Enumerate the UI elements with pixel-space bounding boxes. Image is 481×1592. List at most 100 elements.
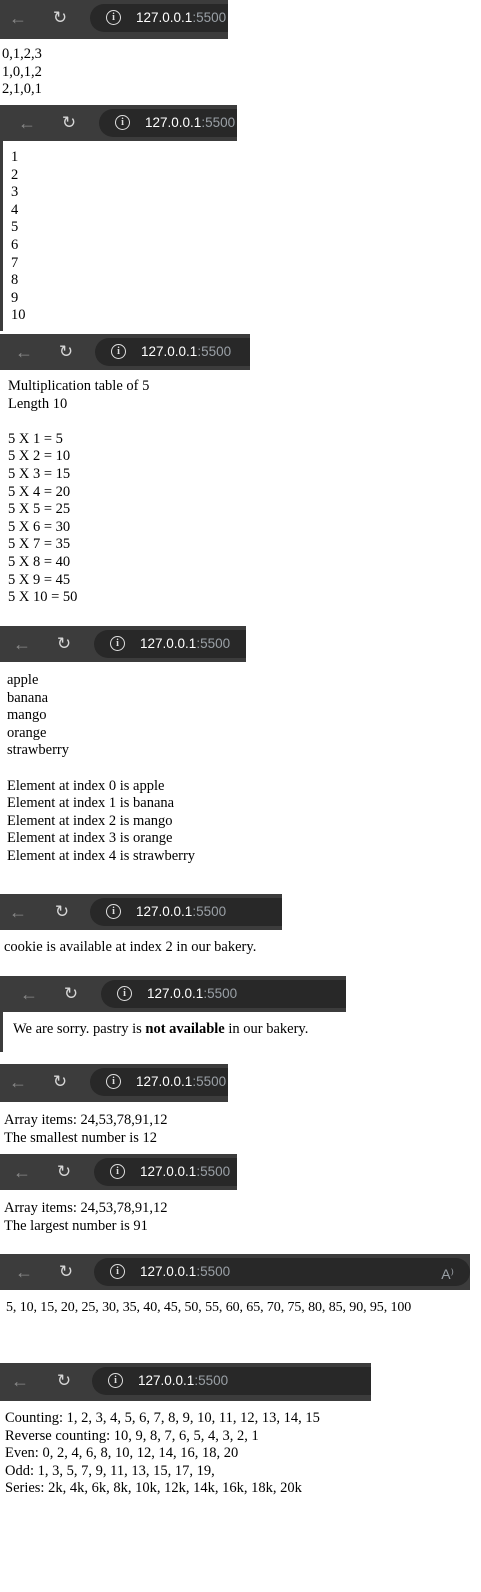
fruit-item: strawberry xyxy=(7,742,70,759)
back-arrow-icon[interactable]: ← xyxy=(8,8,28,28)
number-line: 6 xyxy=(11,236,19,253)
index-line: Element at index 1 is banana xyxy=(7,795,175,812)
not-available-text: not available xyxy=(145,1021,225,1037)
address-bar[interactable]: i 127.0.0.1:5500 xyxy=(92,1367,371,1395)
back-arrow-icon[interactable]: ← xyxy=(17,113,37,133)
table-row: 5 X 10 = 50 xyxy=(8,589,78,606)
number-line: 7 xyxy=(11,254,19,271)
address-bar[interactable]: i 127.0.0.1:5500 xyxy=(101,980,346,1008)
reverse-counting-line: Reverse counting: 10, 9, 8, 7, 6, 5, 4, … xyxy=(5,1427,259,1444)
address-bar[interactable]: i 127.0.0.1:5500 xyxy=(90,4,228,32)
table-heading: Multiplication table of 5 xyxy=(8,378,150,394)
info-icon[interactable]: i xyxy=(106,904,121,919)
url-text: 127.0.0.1:5500 xyxy=(140,636,231,651)
url-text: 127.0.0.1:5500 xyxy=(136,904,227,919)
url-text: 127.0.0.1:5500 xyxy=(140,1264,231,1279)
info-icon[interactable]: i xyxy=(111,344,126,359)
back-arrow-icon[interactable]: ← xyxy=(12,1162,32,1182)
result-text: We are sorry. pastry is not available in… xyxy=(13,1021,309,1037)
info-icon[interactable]: i xyxy=(110,1264,125,1279)
table-row: 5 X 3 = 15 xyxy=(8,465,71,482)
info-icon[interactable]: i xyxy=(110,1164,125,1179)
output-panel-3: ← ↻ i 127.0.0.1:5500 Multiplication tabl… xyxy=(0,334,250,605)
reload-icon[interactable]: ↻ xyxy=(54,1371,74,1391)
fruit-item: banana xyxy=(7,689,49,706)
reload-icon[interactable]: ↻ xyxy=(50,1072,70,1092)
reload-icon[interactable]: ↻ xyxy=(52,902,72,922)
back-arrow-icon[interactable]: ← xyxy=(19,984,39,1004)
back-arrow-icon[interactable]: ← xyxy=(8,902,28,922)
browser-toolbar: ← ↻ i 127.0.0.1:5500 xyxy=(0,894,282,930)
info-icon[interactable]: i xyxy=(110,636,125,651)
url-text: 127.0.0.1:5500 xyxy=(147,986,238,1001)
output-panel-10: ← ↻ i 127.0.0.1:5500 Counting: 1, 2, 3, … xyxy=(0,1363,371,1496)
index-line: Element at index 3 is orange xyxy=(7,830,173,847)
number-line: 8 xyxy=(11,272,19,289)
reload-icon[interactable]: ↻ xyxy=(61,984,81,1004)
reload-icon[interactable]: ↻ xyxy=(54,1162,74,1182)
reload-icon[interactable]: ↻ xyxy=(56,342,76,362)
table-row: 5 X 5 = 25 xyxy=(8,501,71,518)
index-line: Element at index 4 is strawberry xyxy=(7,847,196,864)
number-line: 3 xyxy=(11,184,19,201)
table-row: 5 X 2 = 10 xyxy=(8,448,71,465)
output-panel-5: ← ↻ i 127.0.0.1:5500 cookie is available… xyxy=(0,894,282,955)
back-arrow-icon[interactable]: ← xyxy=(10,1371,30,1391)
table-row: 5 X 1 = 5 xyxy=(8,430,63,447)
address-bar[interactable]: i 127.0.0.1:5500 xyxy=(90,1068,228,1096)
matrix-row: 0,1,2,3 xyxy=(2,46,42,62)
back-arrow-icon[interactable]: ← xyxy=(14,1262,34,1282)
matrix-row: 1,0,1,2 xyxy=(2,63,42,80)
browser-toolbar: ← ↻ i 127.0.0.1:5500 xyxy=(0,1154,237,1190)
number-line: 4 xyxy=(11,201,19,218)
address-bar[interactable]: i 127.0.0.1:5500 xyxy=(94,630,246,658)
output-panel-9: ← ↻ i 127.0.0.1:5500 A⁾ 5, 10, 15, 20, 2… xyxy=(0,1254,470,1315)
fruit-item: mango xyxy=(7,707,47,724)
odd-line: Odd: 1, 3, 5, 7, 9, 11, 13, 15, 17, 19, xyxy=(5,1462,215,1479)
array-items: Array items: 24,53,78,91,12 xyxy=(4,1112,168,1128)
number-line: 9 xyxy=(11,289,19,306)
address-bar[interactable]: i 127.0.0.1:5500 xyxy=(99,109,237,137)
output-panel-1: ← ↻ i 127.0.0.1:5500 0,1,2,3 1,0,1,2 2,1… xyxy=(0,0,228,97)
back-arrow-icon[interactable]: ← xyxy=(14,342,34,362)
number-line: 10 xyxy=(11,307,26,324)
browser-toolbar: ← ↻ i 127.0.0.1:5500 xyxy=(0,1363,371,1401)
table-row: 5 X 4 = 20 xyxy=(8,483,71,500)
reload-icon[interactable]: ↻ xyxy=(56,1262,76,1282)
back-arrow-icon[interactable]: ← xyxy=(12,634,32,654)
info-icon[interactable]: i xyxy=(106,10,121,25)
url-text: 127.0.0.1:5500 xyxy=(145,115,236,130)
info-icon[interactable]: i xyxy=(117,986,132,1001)
info-icon[interactable]: i xyxy=(115,115,130,130)
browser-toolbar: ← ↻ i 127.0.0.1:5500 xyxy=(0,334,250,370)
address-bar[interactable]: i 127.0.0.1:5500 xyxy=(95,338,250,366)
info-icon[interactable]: i xyxy=(106,1074,121,1089)
index-line: Element at index 2 is mango xyxy=(7,812,173,829)
address-bar[interactable]: i 127.0.0.1:5500 xyxy=(94,1158,237,1186)
back-arrow-icon[interactable]: ← xyxy=(8,1072,28,1092)
reload-icon[interactable]: ↻ xyxy=(50,8,70,28)
read-aloud-icon[interactable]: A⁾ xyxy=(441,1266,454,1283)
fruit-item: orange xyxy=(7,724,47,741)
address-bar[interactable]: i 127.0.0.1:5500 A⁾ xyxy=(94,1258,470,1286)
smallest-result: The smallest number is 12 xyxy=(4,1129,158,1146)
reload-icon[interactable]: ↻ xyxy=(54,634,74,654)
matrix-row: 2,1,0,1 xyxy=(2,81,42,98)
series-line: Series: 2k, 4k, 6k, 8k, 10k, 12k, 14k, 1… xyxy=(5,1480,302,1497)
reload-icon[interactable]: ↻ xyxy=(59,113,79,133)
address-bar[interactable]: i 127.0.0.1:5500 xyxy=(90,898,282,926)
output-panel-8: ← ↻ i 127.0.0.1:5500 Array items: 24,53,… xyxy=(0,1154,237,1234)
output-panel-6: ← ↻ i 127.0.0.1:5500 We are sorry. pastr… xyxy=(0,976,346,1052)
table-row: 5 X 9 = 45 xyxy=(8,571,71,588)
counting-line: Counting: 1, 2, 3, 4, 5, 6, 7, 8, 9, 10,… xyxy=(5,1410,320,1426)
browser-toolbar: ← ↻ i 127.0.0.1:5500 xyxy=(0,0,228,39)
url-text: 127.0.0.1:5500 xyxy=(138,1373,229,1388)
output-panel-7: ← ↻ i 127.0.0.1:5500 Array items: 24,53,… xyxy=(0,1064,228,1146)
result-text: cookie is available at index 2 in our ba… xyxy=(4,939,257,955)
table-row: 5 X 7 = 35 xyxy=(8,536,71,553)
browser-toolbar: ← ↻ i 127.0.0.1:5500 xyxy=(3,105,237,141)
info-icon[interactable]: i xyxy=(108,1373,123,1388)
browser-toolbar: ← ↻ i 127.0.0.1:5500 xyxy=(0,626,246,662)
